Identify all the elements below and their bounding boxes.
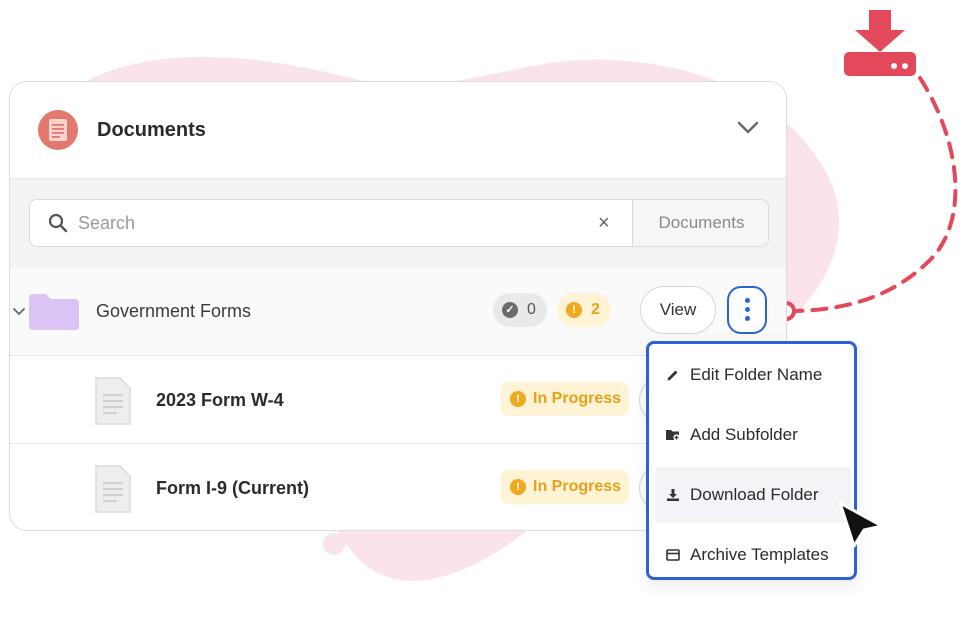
archive-icon (666, 549, 680, 561)
approved-count: 0 (527, 301, 536, 318)
search-icon (48, 213, 68, 233)
folder-name: Government Forms (96, 301, 252, 321)
folder-icon (29, 294, 79, 330)
search-box: × Documents (29, 199, 769, 247)
menu-item-download-folder[interactable]: Download Folder (655, 467, 851, 523)
check-icon: ✓ (502, 302, 518, 318)
folder-plus-icon (666, 430, 680, 441)
search-scope-select[interactable]: Documents (632, 200, 768, 246)
menu-item-label: Archive Templates (690, 545, 829, 564)
search-input[interactable] (78, 208, 578, 238)
kebab-icon (745, 298, 750, 303)
file-icon (95, 377, 131, 425)
panel-header: Documents (10, 82, 786, 179)
status-text: In Progress (533, 390, 622, 407)
close-icon[interactable]: × (598, 212, 610, 234)
pending-count-badge: ! 2 (557, 293, 611, 327)
document-icon (38, 110, 78, 150)
file-icon (95, 465, 131, 513)
menu-item-label: Add Subfolder (690, 425, 798, 444)
kebab-dot (745, 316, 750, 321)
kebab-dot (745, 307, 750, 312)
file-name: 2023 Form W-4 (156, 390, 284, 410)
panel-title: Documents (97, 119, 206, 141)
menu-item-edit-folder-name[interactable]: Edit Folder Name (655, 347, 851, 403)
chevron-down-icon[interactable] (737, 120, 759, 136)
approved-count-badge: ✓ 0 (493, 293, 547, 327)
file-name: Form I-9 (Current) (156, 478, 309, 498)
more-options-button[interactable] (727, 286, 767, 334)
alert-icon: ! (510, 391, 526, 407)
chevron-down-icon[interactable] (13, 307, 25, 317)
download-server-icon (844, 10, 916, 76)
pending-count: 2 (591, 301, 600, 318)
mouse-cursor-icon (838, 501, 884, 548)
view-button[interactable]: View (640, 286, 716, 334)
alert-icon: ! (566, 302, 582, 318)
pencil-icon (667, 370, 678, 381)
folder-context-menu: Edit Folder Name Add Subfolder Download … (646, 341, 857, 580)
status-badge: ! In Progress (501, 382, 629, 416)
download-icon (667, 489, 679, 501)
alert-icon: ! (510, 479, 526, 495)
menu-item-archive-templates[interactable]: Archive Templates (655, 527, 851, 583)
menu-item-label: Edit Folder Name (690, 365, 823, 384)
menu-item-add-subfolder[interactable]: Add Subfolder (655, 407, 851, 463)
status-text: In Progress (533, 478, 622, 495)
status-badge: ! In Progress (501, 470, 629, 504)
menu-item-label: Download Folder (690, 485, 819, 504)
search-bar-area: × Documents (10, 179, 786, 269)
